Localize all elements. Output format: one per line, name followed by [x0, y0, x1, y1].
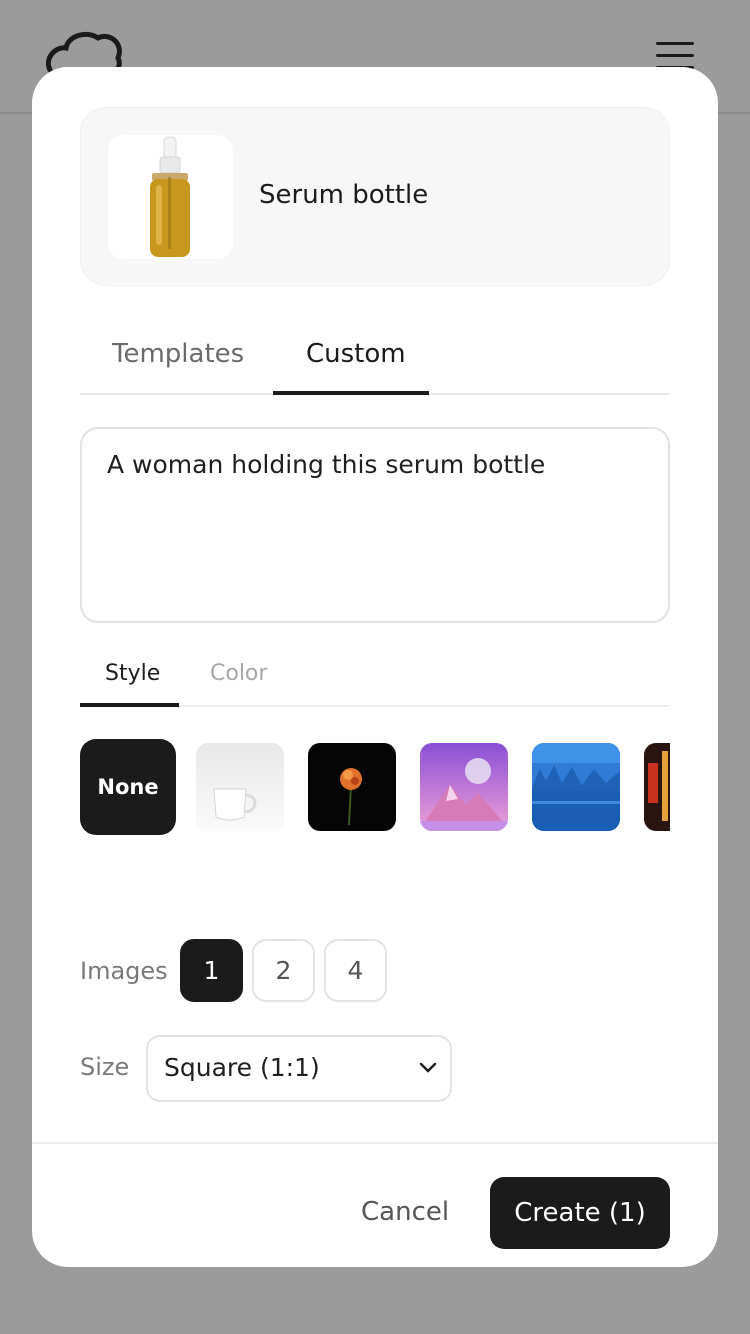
size-select-value: Square (1:1) [164, 1053, 320, 1082]
product-thumbnail [108, 135, 233, 259]
style-options: None [80, 739, 670, 839]
footer-divider [32, 1142, 718, 1144]
style-neon[interactable] [644, 743, 670, 831]
tab-templates[interactable]: Templates [112, 339, 244, 369]
style-mug[interactable] [196, 743, 284, 831]
cancel-button[interactable]: Cancel [361, 1197, 449, 1227]
active-tab-indicator [273, 391, 429, 395]
tab-style[interactable]: Style [105, 661, 160, 686]
style-color-tabs: Style Color [80, 655, 670, 707]
images-count-row: Images 1 2 4 [80, 939, 480, 1003]
style-lake[interactable] [532, 743, 620, 831]
product-card: Serum bottle [80, 107, 670, 286]
tab-custom[interactable]: Custom [306, 339, 406, 369]
images-option-1[interactable]: 1 [180, 939, 243, 1002]
create-dialog: Serum bottle Templates Custom A woman ho… [32, 67, 718, 1267]
chevron-down-icon [419, 1062, 437, 1073]
size-label: Size [80, 1053, 130, 1081]
tab-color[interactable]: Color [210, 661, 267, 686]
product-name: Serum bottle [259, 180, 429, 210]
active-subtab-indicator [80, 703, 179, 707]
style-mountain-sphere[interactable] [420, 743, 508, 831]
images-option-4[interactable]: 4 [324, 939, 387, 1002]
images-label: Images [80, 957, 168, 985]
mode-tabs: Templates Custom [80, 325, 670, 395]
style-none-button[interactable]: None [80, 739, 176, 835]
serum-bottle-image [150, 136, 190, 257]
prompt-input[interactable]: A woman holding this serum bottle [80, 427, 670, 623]
images-option-2[interactable]: 2 [252, 939, 315, 1002]
size-row: Size Square (1:1) [80, 1035, 480, 1103]
style-flower[interactable] [308, 743, 396, 831]
size-select[interactable]: Square (1:1) [146, 1035, 452, 1102]
create-button[interactable]: Create (1) [490, 1177, 670, 1249]
